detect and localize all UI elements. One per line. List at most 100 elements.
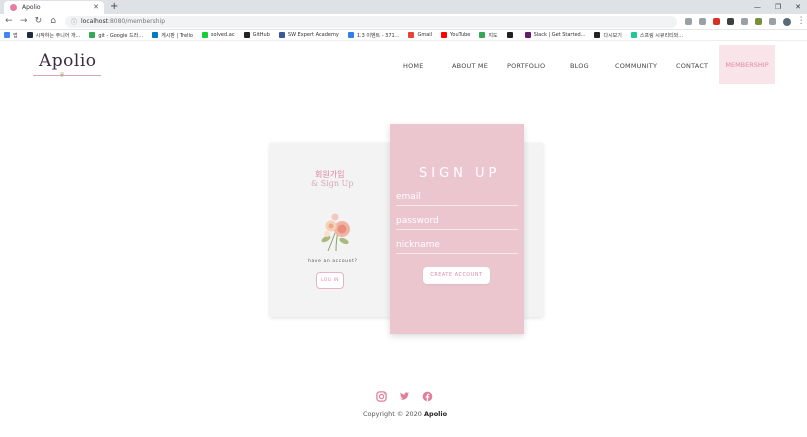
bookmark-label: 다시보기 — [603, 32, 622, 39]
bookmark-icon — [4, 32, 10, 38]
copyright: Copyright © 2020 Apolio — [363, 410, 448, 418]
bookmark-label: YouTube — [450, 32, 471, 38]
nickname-placeholder: nickname — [396, 240, 440, 250]
bookmark-item[interactable]: 스프링 시큐리티와... — [630, 32, 684, 39]
bookmark-icon — [441, 32, 448, 38]
browser-tab[interactable]: Apolio ✕ — [4, 1, 104, 14]
bookmark-item[interactable]: 지도 — [479, 32, 498, 39]
bookmark-item[interactable]: 앱 — [4, 32, 18, 39]
address-bar[interactable]: ⓘ localhost:8080/membership — [65, 15, 678, 28]
email-field[interactable]: email — [396, 188, 518, 206]
nav-contact[interactable]: CONTACT — [676, 62, 708, 70]
bookmark-item[interactable]: GitHub — [243, 32, 270, 38]
info-icon[interactable]: ⓘ — [71, 17, 77, 26]
close-tab-icon[interactable]: ✕ — [93, 4, 99, 11]
menu-icon[interactable]: ⋮ — [795, 17, 807, 26]
browser-toolbar: ← → ↻ ⌂ ⓘ localhost:8080/membership ⋮ — [0, 14, 807, 30]
bookmark-icon — [506, 32, 513, 38]
minimize-icon[interactable]: — — [754, 3, 761, 11]
page: Apolio ❦ HOME ABOUT ME PORTFOLIO BLOG CO… — [0, 42, 807, 437]
profile-avatar[interactable] — [783, 17, 792, 26]
bookmark-label: 스프링 시큐리티와... — [639, 32, 684, 39]
bookmark-label: solved.ac — [210, 32, 235, 38]
social-links — [376, 391, 433, 402]
tab-title: Apolio — [22, 4, 41, 11]
bookmark-item[interactable]: SW Expert Academy — [278, 32, 339, 38]
extensions-area — [685, 18, 777, 25]
bookmark-icon — [408, 32, 415, 38]
bookmark-label: SW Expert Academy — [287, 32, 339, 38]
bookmark-label: 앱 — [13, 32, 18, 39]
email-placeholder: email — [396, 192, 421, 202]
forward-icon[interactable]: → — [18, 17, 30, 26]
nav-blog[interactable]: BLOG — [570, 62, 589, 70]
bookmark-icon — [524, 32, 531, 38]
bookmark-label: 1.3 이벤트 - 371... — [356, 32, 400, 39]
favicon-icon — [10, 4, 17, 11]
bookmark-item[interactable]: 1.3 이벤트 - 371... — [347, 32, 400, 39]
bookmark-icon — [152, 32, 159, 38]
nav-portfolio[interactable]: PORTFOLIO — [507, 62, 545, 70]
site-logo[interactable]: Apolio ❦ — [33, 51, 103, 81]
copyright-brand: Apolio — [424, 410, 448, 418]
browser-tabbar: Apolio ✕ + — ❐ ✕ — [0, 0, 807, 14]
url-text: localhost:8080/membership — [81, 18, 166, 25]
back-icon[interactable]: ← — [3, 17, 15, 26]
flower-illustration-icon — [321, 213, 350, 252]
new-tab-button[interactable]: + — [110, 1, 118, 12]
logo-underline — [33, 75, 101, 76]
bookmark-icon — [347, 32, 354, 38]
bookmark-label: 지도 — [488, 32, 498, 39]
bookmark-item[interactable]: Slack | Get Started... — [524, 32, 586, 38]
bookmark-label: 게시판 | Trello — [161, 32, 193, 39]
nickname-field[interactable]: nickname — [396, 236, 518, 254]
nav-membership[interactable]: MEMBERSHIP — [719, 45, 775, 84]
extension-icon[interactable] — [755, 18, 763, 25]
nav-community[interactable]: COMMUNITY — [615, 62, 657, 70]
bookmark-icon — [278, 32, 285, 38]
bookmark-item[interactable]: git - Google 드라... — [89, 32, 143, 39]
bookmark-item[interactable]: solved.ac — [201, 32, 235, 38]
logo-text: Apolio — [39, 51, 97, 71]
window-controls: — ❐ ✕ — [754, 0, 801, 14]
nav-about[interactable]: ABOUT ME — [452, 62, 488, 70]
bookmark-label: Slack | Get Started... — [533, 32, 586, 38]
bookmark-icon — [201, 32, 208, 38]
bookmark-icon — [479, 32, 486, 38]
bookmark-item[interactable]: YouTube — [441, 32, 470, 38]
home-icon[interactable]: ⌂ — [47, 17, 59, 26]
extension-icon[interactable] — [727, 18, 735, 25]
close-window-icon[interactable]: ✕ — [795, 3, 801, 11]
extension-icon[interactable] — [713, 18, 721, 25]
twitter-icon[interactable] — [399, 391, 410, 402]
extension-icon[interactable] — [685, 18, 693, 25]
bookmark-item[interactable]: 게시판 | Trello — [152, 32, 193, 39]
bookmark-item[interactable] — [506, 32, 516, 38]
facebook-icon[interactable] — [422, 391, 433, 402]
extension-icon[interactable] — [741, 18, 749, 25]
reload-icon[interactable]: ↻ — [33, 17, 45, 26]
password-field[interactable]: password — [396, 212, 518, 230]
have-account-text: have an account? — [308, 259, 358, 264]
bookmark-label: GitHub — [252, 32, 270, 38]
extension-icon[interactable] — [769, 18, 777, 25]
login-button[interactable]: LOG IN — [316, 272, 344, 289]
extension-icon[interactable] — [699, 18, 707, 25]
create-account-button[interactable]: CREATE ACCOUNT — [423, 267, 490, 284]
bookmark-icon — [26, 32, 33, 38]
bookmark-icon — [594, 32, 601, 38]
bookmarks-bar: 앱 시작하는 주니어 개... git - Google 드라... 게시판 | Tr… — [0, 30, 807, 41]
nav-home[interactable]: HOME — [403, 62, 424, 70]
bookmark-item[interactable]: 다시보기 — [594, 32, 622, 39]
bookmark-icon — [89, 32, 96, 38]
maximize-icon[interactable]: ❐ — [775, 3, 781, 11]
bookmark-icon — [630, 32, 637, 38]
instagram-icon[interactable] — [376, 391, 387, 402]
bookmark-item[interactable]: Gmail — [408, 32, 432, 38]
bookmark-label: 시작하는 주니어 개... — [35, 32, 81, 39]
bookmark-label: Gmail — [417, 32, 433, 38]
password-placeholder: password — [396, 216, 439, 226]
bookmark-label: git - Google 드라... — [98, 32, 144, 39]
bookmark-item[interactable]: 시작하는 주니어 개... — [26, 32, 81, 39]
signup-heading: SIGN UP — [419, 166, 501, 181]
